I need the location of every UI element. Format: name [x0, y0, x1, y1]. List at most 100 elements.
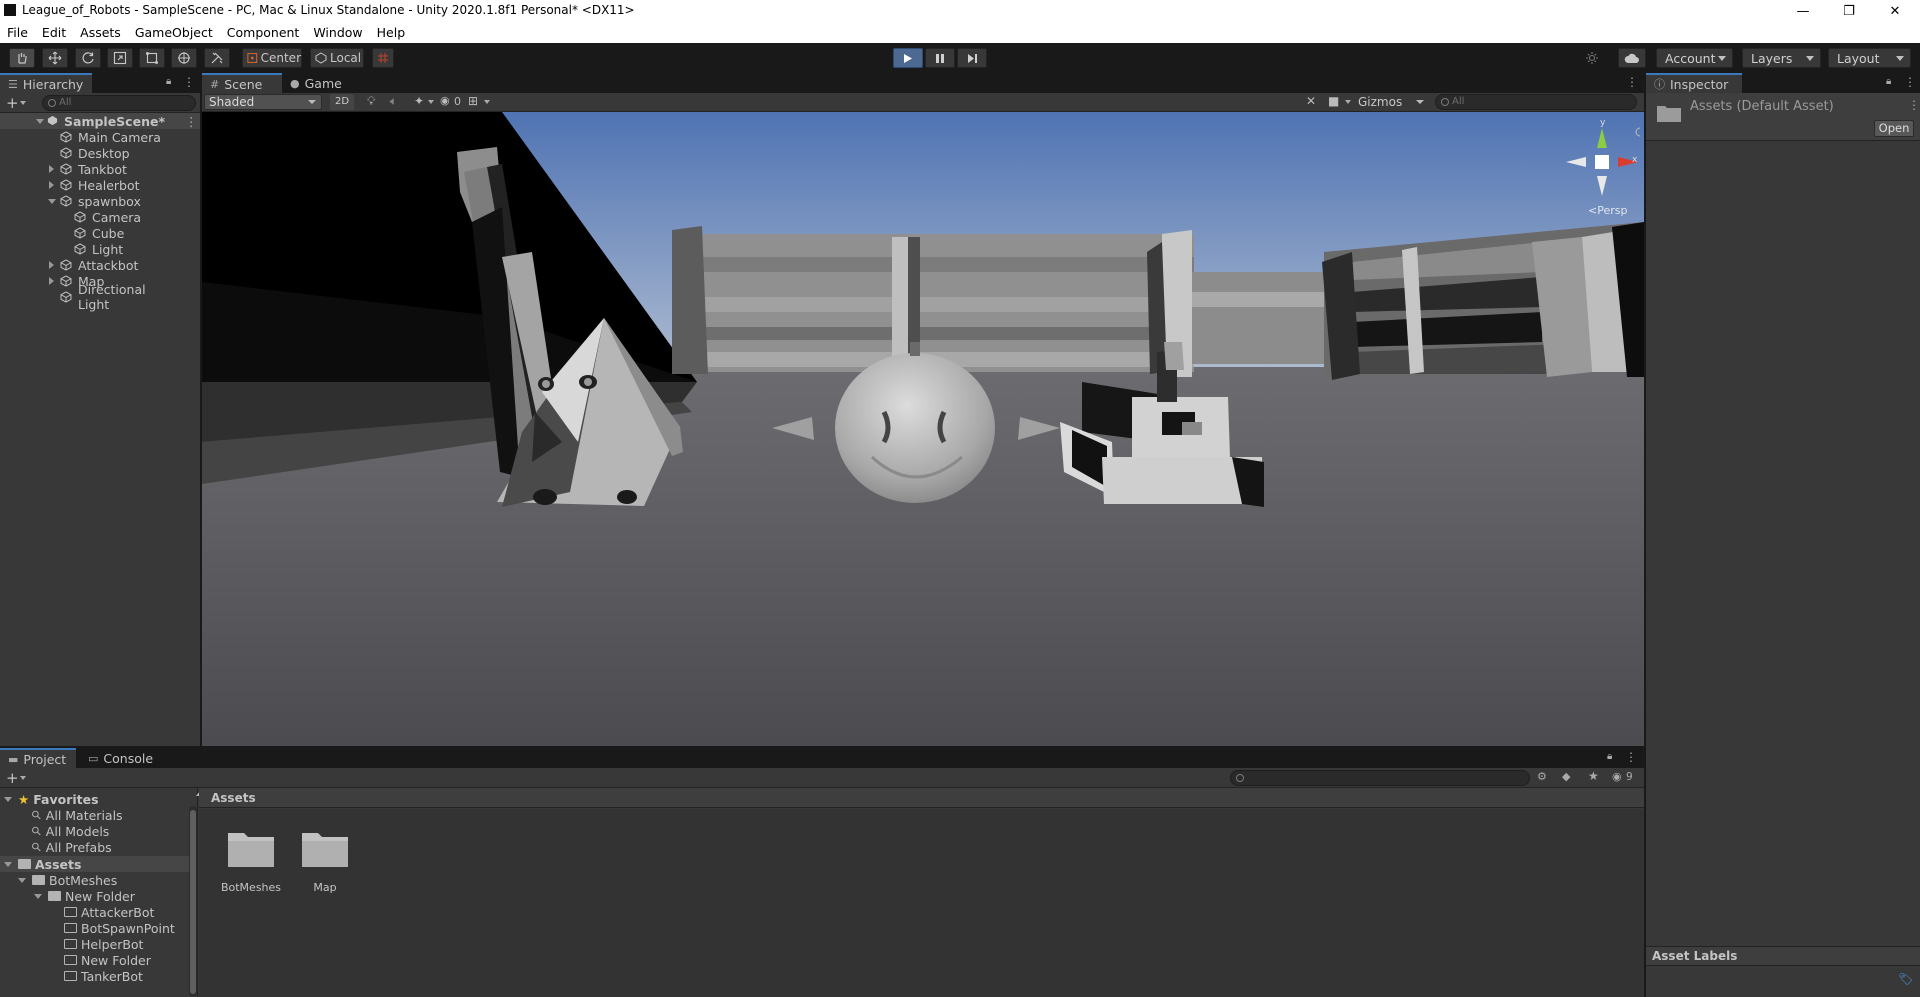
open-button[interactable]: Open — [1874, 120, 1914, 137]
panel-menu-icon[interactable]: ⋮ — [1626, 75, 1638, 89]
orientation-gizmo[interactable]: y x <Persp — [1564, 118, 1640, 224]
audio-icon[interactable]: 🔈︎ — [390, 94, 397, 109]
search-by-type-icon[interactable]: ⚙ — [1537, 770, 1547, 783]
lock-icon[interactable]: 🔒︎ — [1607, 751, 1612, 762]
layout-dropdown[interactable]: Layout — [1828, 48, 1911, 68]
project-search-input[interactable] — [1230, 770, 1530, 786]
rect-tool-button[interactable] — [139, 48, 165, 68]
draw-mode-dropdown[interactable]: Shaded — [204, 94, 322, 110]
layers-dropdown[interactable]: Layers — [1742, 48, 1821, 68]
close-button[interactable]: ✕ — [1872, 0, 1918, 22]
pause-button[interactable] — [925, 48, 955, 68]
hierarchy-item[interactable]: Tankbot — [0, 161, 164, 177]
scene-search-input[interactable]: All — [1435, 94, 1637, 110]
project-tree-item[interactable]: TankerBot — [50, 968, 143, 984]
create-plus-icon[interactable]: + — [6, 769, 19, 787]
hierarchy-item[interactable]: Directional Light — [0, 282, 164, 312]
expand-arrow-icon[interactable] — [36, 119, 44, 124]
search-by-label-icon[interactable]: ◆ — [1562, 770, 1570, 783]
hand-tool-button[interactable] — [9, 48, 35, 68]
tab-game[interactable]: ● Game — [282, 73, 352, 93]
chevron-down-icon[interactable] — [20, 101, 26, 105]
hidden-packages-icon[interactable]: ◉ — [1612, 770, 1622, 783]
hierarchy-item[interactable]: Attackbot — [0, 257, 164, 273]
hierarchy-item[interactable]: Desktop — [0, 145, 164, 161]
favorite-star-icon[interactable]: ★ — [1588, 769, 1599, 783]
cloud-button[interactable] — [1618, 48, 1646, 68]
menu-component[interactable]: Component — [220, 25, 307, 40]
gizmos-dropdown[interactable]: Gizmos — [1358, 94, 1428, 110]
play-button[interactable] — [893, 48, 923, 68]
menu-gameobject[interactable]: GameObject — [128, 25, 220, 40]
expand-arrow-icon[interactable] — [49, 277, 54, 285]
tab-hierarchy[interactable]: ☰ Hierarchy — [0, 73, 92, 93]
menu-assets[interactable]: Assets — [73, 25, 128, 40]
favorite-item[interactable]: ⚲ All Models — [28, 823, 109, 839]
chevron-down-icon[interactable] — [428, 100, 434, 104]
tab-scene[interactable]: # Scene — [202, 73, 282, 93]
collab-button[interactable] — [1580, 48, 1604, 68]
project-tree-item[interactable]: BotSpawnPoint — [50, 920, 175, 936]
scene-root-row[interactable]: SampleScene* ⋮ — [0, 113, 200, 129]
custom-tool-button[interactable] — [204, 48, 230, 68]
expand-arrow-icon[interactable] — [34, 893, 42, 899]
hierarchy-item[interactable]: Cube — [0, 225, 164, 241]
grid-snap-button[interactable] — [372, 48, 394, 68]
camera-icon[interactable]: ■ — [1328, 94, 1339, 108]
hierarchy-item[interactable]: spawnbox — [0, 193, 164, 209]
chevron-down-icon[interactable] — [484, 100, 490, 104]
asset-folder-map[interactable]: Map — [285, 819, 365, 894]
tab-project[interactable]: ▬ Project — [0, 748, 76, 768]
transform-tool-button[interactable] — [171, 48, 197, 68]
favorite-item[interactable]: ⚲ All Materials — [28, 807, 122, 823]
project-tree-item[interactable]: HelperBot — [50, 936, 143, 952]
expand-arrow-icon[interactable] — [4, 796, 12, 802]
lock-icon[interactable]: 🔒︎ — [1886, 76, 1891, 87]
expand-arrow-icon[interactable] — [18, 877, 26, 883]
chevron-down-icon[interactable] — [1345, 100, 1351, 104]
tag-icon[interactable]: 🏷︎ — [1898, 972, 1913, 986]
breadcrumb-assets[interactable]: Assets — [211, 791, 256, 805]
hierarchy-item[interactable]: Healerbot — [0, 177, 164, 193]
expand-arrow-icon[interactable] — [4, 861, 12, 867]
panel-menu-icon[interactable]: ⋮ — [183, 75, 195, 89]
hierarchy-search-input[interactable]: All — [42, 95, 196, 111]
project-tree-item[interactable]: New Folder — [50, 952, 151, 968]
hierarchy-item[interactable]: Light — [0, 241, 164, 257]
space-local-toggle[interactable]: Local — [310, 48, 364, 68]
restore-button[interactable]: ❐ — [1826, 0, 1872, 22]
project-tree-item[interactable]: New Folder — [34, 888, 135, 904]
minimize-button[interactable]: — — [1780, 0, 1826, 22]
account-dropdown[interactable]: Account — [1656, 48, 1733, 68]
move-tool-button[interactable] — [42, 48, 68, 68]
tab-inspector[interactable]: ⓘ Inspector — [1646, 73, 1742, 93]
menu-help[interactable]: Help — [370, 25, 413, 40]
kebab-menu-icon[interactable]: ⋮ — [185, 114, 198, 129]
expand-arrow-icon[interactable] — [49, 261, 54, 269]
grid-toggle-icon[interactable]: ⊞ — [468, 94, 478, 108]
favorite-item[interactable]: ⚲ All Prefabs — [28, 839, 111, 855]
menu-file[interactable]: File — [0, 25, 35, 40]
menu-edit[interactable]: Edit — [35, 25, 73, 40]
hierarchy-item[interactable]: Camera — [0, 209, 164, 225]
effects-icon[interactable]: ✦ — [414, 94, 424, 108]
tree-scrollbar[interactable] — [189, 806, 197, 996]
hierarchy-item[interactable]: Main Camera — [0, 129, 164, 145]
panel-menu-icon[interactable]: ⋮ — [1625, 750, 1637, 764]
asset-folder-botmeshes[interactable]: BotMeshes — [211, 819, 291, 894]
step-button[interactable] — [957, 48, 987, 68]
tools-icon[interactable]: ✕ — [1306, 94, 1316, 108]
projection-label[interactable]: <Persp — [1588, 204, 1627, 217]
lock-icon[interactable]: 🔒︎ — [166, 76, 171, 87]
project-tree-item[interactable]: AttackerBot — [50, 904, 154, 920]
pivot-center-toggle[interactable]: Center — [242, 48, 302, 68]
tab-console[interactable]: ▭ Console — [80, 748, 160, 768]
scale-tool-button[interactable] — [107, 48, 133, 68]
mode-2d-toggle[interactable]: 2D — [330, 94, 354, 110]
create-plus-icon[interactable]: + — [6, 94, 19, 112]
menu-window[interactable]: Window — [306, 25, 369, 40]
expand-arrow-icon[interactable] — [49, 165, 54, 173]
chevron-down-icon[interactable] — [20, 776, 26, 780]
expand-arrow-icon[interactable] — [48, 199, 56, 204]
rotate-tool-button[interactable] — [75, 48, 101, 68]
